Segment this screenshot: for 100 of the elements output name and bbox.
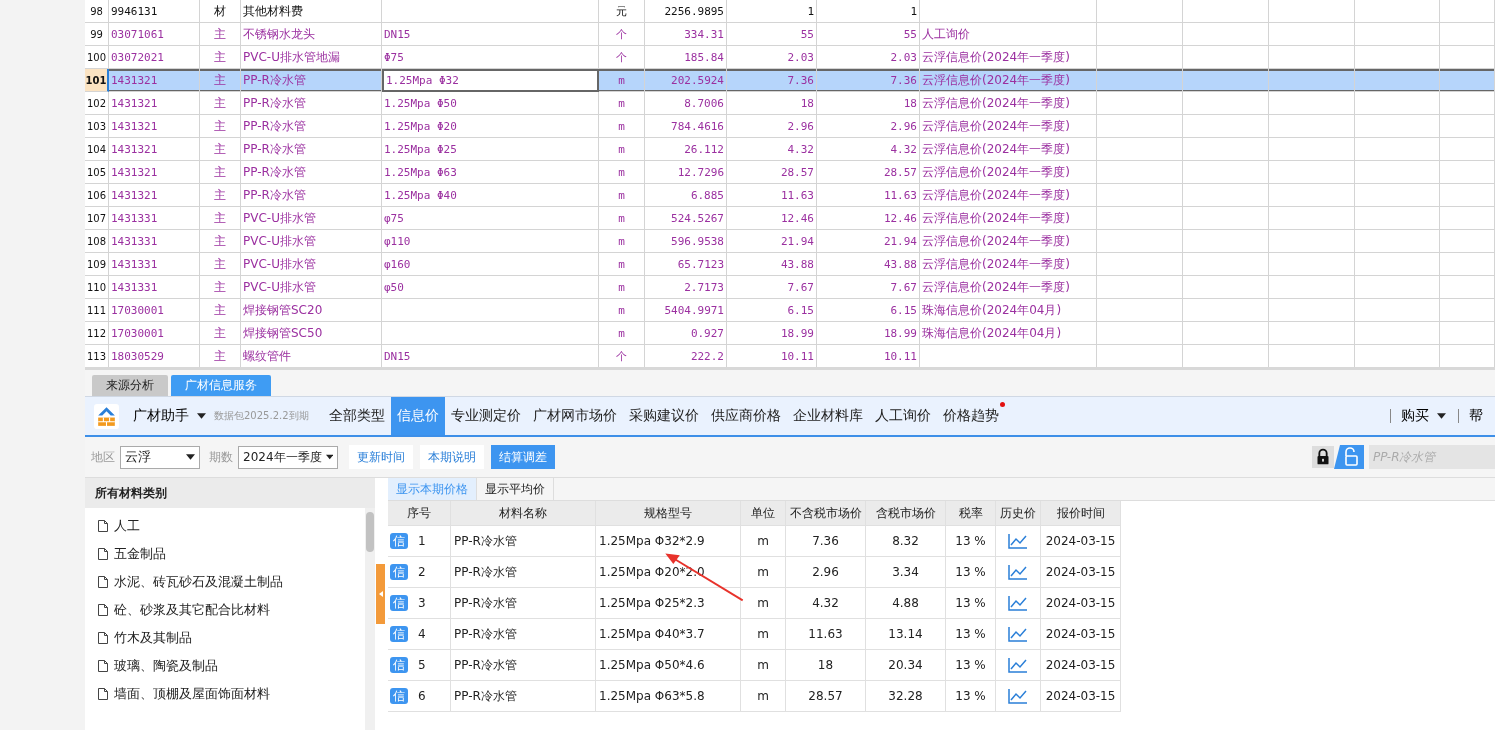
info-badge: 信 [390, 564, 408, 580]
lock-icon[interactable] [1312, 445, 1334, 469]
line-chart-icon[interactable] [1008, 533, 1028, 549]
table-cell: 主 [200, 161, 241, 184]
table-cell: 26.112 [645, 138, 727, 161]
sheet-row[interactable]: 113 18030529 主 螺纹管件 DN15 个 222.2 10.11 10.11 [85, 345, 1495, 367]
row-number: 110 [85, 276, 109, 299]
table-cell: 主 [200, 23, 241, 46]
table-cell: m [757, 658, 769, 672]
menu-button[interactable]: 帮 [1459, 397, 1495, 435]
collapse-handle[interactable] [376, 564, 385, 624]
table-cell: 6.15 [817, 299, 920, 322]
nav-tab[interactable]: 企业材料库 [786, 397, 869, 435]
sheet-row[interactable]: 107 1431331 主 PVC-U排水管 φ75 m 524.5267 12.46 12.46 云浮信息价(2024年一季度) [85, 207, 1495, 230]
nav-tab[interactable]: 供应商价格 [704, 397, 787, 435]
table-cell: 13 % [955, 565, 986, 579]
table-cell: 云浮信息价(2024年一季度) [920, 138, 1097, 161]
table-cell: 不锈钢水龙头 [241, 23, 382, 46]
table-cell: 个 [599, 23, 645, 46]
category-item[interactable]: 水泥、砖瓦砂石及混凝土制品 [85, 568, 365, 596]
category-label: 人工 [114, 517, 140, 535]
cell-editor[interactable]: 1.25Mpa Φ32 [382, 69, 599, 92]
table-cell: 2024-03-15 [1045, 627, 1116, 641]
table-cell: 18.99 [727, 322, 817, 345]
table-cell: 2024-03-15 [1045, 596, 1116, 610]
category-item[interactable]: 砼、砂浆及其它配合比材料 [85, 596, 365, 624]
line-chart-icon[interactable] [1008, 564, 1028, 580]
period-dropdown[interactable]: 2024年一季度 [238, 445, 338, 469]
table-cell: 10.11 [727, 345, 817, 367]
nav-tab[interactable]: 专业测定价 [444, 397, 527, 435]
table-cell: 云浮信息价(2024年一季度) [920, 115, 1097, 138]
row-number: 100 [85, 46, 109, 69]
sheet-row[interactable]: 102 1431321 主 PP-R冷水管 1.25Mpa Φ50 m 8.7006 18 18 云浮信息价(2024年一季度) [85, 92, 1495, 115]
line-chart-icon[interactable] [1008, 626, 1028, 642]
category-item[interactable]: 人工 [85, 512, 365, 540]
scroll-thumb[interactable] [366, 512, 374, 552]
nav-tab[interactable]: 人工询价 [868, 397, 937, 435]
nav-tab[interactable]: 采购建议价 [622, 397, 705, 435]
filter-button[interactable]: 本期说明 [420, 445, 484, 469]
column-header: 规格型号 [596, 501, 741, 525]
table-cell: 主 [200, 69, 241, 92]
table-cell: 11.63 [817, 184, 920, 207]
sheet-row[interactable]: 103 1431321 主 PP-R冷水管 1.25Mpa Φ20 m 784.4616 2.96 2.96 云浮信息价(2024年一季度) [85, 115, 1495, 138]
sheet-row[interactable]: 110 1431331 主 PVC-U排水管 φ50 m 2.7173 7.67 7.67 云浮信息价(2024年一季度) [85, 276, 1495, 299]
menu-button[interactable]: 购买 [1391, 397, 1458, 435]
table-cell: 12.46 [727, 207, 817, 230]
column-header: 材料名称 [451, 501, 596, 525]
category-item[interactable]: 五金制品 [85, 540, 365, 568]
table-cell: 3.34 [892, 565, 919, 579]
table-cell: 28.57 [817, 161, 920, 184]
table-cell: 43.88 [817, 253, 920, 276]
line-chart-icon[interactable] [1008, 657, 1028, 673]
sheet-row[interactable]: 104 1431321 主 PP-R冷水管 1.25Mpa Φ25 m 26.112 4.32 4.32 云浮信息价(2024年一季度) [85, 138, 1495, 161]
table-cell: 主 [200, 230, 241, 253]
row-number: 109 [85, 253, 109, 276]
column-header: 税率 [946, 501, 996, 525]
table-cell: 1431331 [109, 276, 200, 299]
table-cell: 1431331 [109, 253, 200, 276]
table-cell: m [599, 69, 645, 92]
caret-icon [325, 454, 333, 460]
panel-tab[interactable]: 来源分析 [92, 375, 168, 396]
sheet-row[interactable]: 112 17030001 主 焊接钢管SC50 m 0.927 18.99 18.99 珠海信息价(2024年04月) [85, 322, 1495, 345]
price-row[interactable]: 信 5 PP-R冷水管 1.25Mpa Φ50*4.6 m 18 20.34 13 % 2024-03-15 [388, 650, 1121, 681]
region-dropdown[interactable]: 云浮 [120, 445, 200, 469]
sheet-row[interactable]: 111 17030001 主 焊接钢管SC20 m 5404.9971 6.15 6.15 珠海信息价(2024年04月) [85, 299, 1495, 322]
table-cell: 6 [418, 689, 426, 703]
category-item[interactable]: 玻璃、陶瓷及制品 [85, 652, 365, 680]
table-cell: 18 [727, 92, 817, 115]
table-cell: 1 [817, 0, 920, 23]
sheet-row[interactable]: 99 03071061 主 不锈钢水龙头 DN15 个 334.31 55 55 人工询价 [85, 23, 1495, 46]
table-cell: 21.94 [817, 230, 920, 253]
price-row[interactable]: 信 3 PP-R冷水管 1.25Mpa Φ25*2.3 m 4.32 4.88 13 % 2024-03-15 [388, 588, 1121, 619]
sheet-row[interactable]: 106 1431321 主 PP-R冷水管 1.25Mpa Φ40 m 6.885 11.63 11.63 云浮信息价(2024年一季度) [85, 184, 1495, 207]
category-item[interactable]: 竹木及其制品 [85, 624, 365, 652]
table-cell: PP-R冷水管 [241, 184, 382, 207]
line-chart-icon[interactable] [1008, 688, 1028, 704]
table-cell: 主 [200, 92, 241, 115]
table-cell: 主 [200, 276, 241, 299]
price-row[interactable]: 信 6 PP-R冷水管 1.25Mpa Φ63*5.8 m 28.57 32.28 13 % 2024-03-15 [388, 681, 1121, 712]
sheet-row[interactable]: 101 1431321 主 PP-R冷水管 1.25Mpa Φ32 m 202.5924 7.36 7.36 云浮信息价(2024年一季度) [85, 69, 1495, 92]
table-cell: PVC-U排水管 [241, 207, 382, 230]
row-number: 99 [85, 23, 109, 46]
filter-button[interactable]: 更新时间 [349, 445, 413, 469]
table-cell: 2024-03-15 [1045, 658, 1116, 672]
table-cell: 202.5924 [645, 69, 727, 92]
nav-tab[interactable]: 价格趋势 [936, 397, 1005, 435]
table-cell: 5404.9971 [645, 299, 727, 322]
table-cell: 524.5267 [645, 207, 727, 230]
brand-menu[interactable]: 广材助手 [129, 397, 214, 435]
nav-tab[interactable]: 广材网市场价 [526, 397, 623, 435]
table-cell: DN15 [382, 23, 599, 46]
line-chart-icon[interactable] [1008, 595, 1028, 611]
category-item[interactable]: 墙面、顶棚及屋面饰面材料 [85, 680, 365, 708]
nav-tab[interactable]: 全部类型 [322, 397, 391, 435]
sheet-row[interactable]: 108 1431331 主 PVC-U排水管 φ110 m 596.9538 21.94 21.94 云浮信息价(2024年一季度) [85, 230, 1495, 253]
price-row[interactable]: 信 1 PP-R冷水管 1.25Mpa Φ32*2.9 m 7.36 8.32 13 % 2024-03-15 [388, 526, 1121, 557]
price-row[interactable]: 信 4 PP-R冷水管 1.25Mpa Φ40*3.7 m 11.63 13.14 13 % 2024-03-15 [388, 619, 1121, 650]
sheet-row[interactable]: 109 1431331 主 PVC-U排水管 φ160 m 65.7123 43.88 43.88 云浮信息价(2024年一季度) [85, 253, 1495, 276]
sheet-row[interactable]: 105 1431321 主 PP-R冷水管 1.25Mpa Φ63 m 12.7296 28.57 28.57 云浮信息价(2024年一季度) [85, 161, 1495, 184]
sheet-row[interactable]: 98 9946131 材 其他材料费 元 2256.9895 1 1 [85, 0, 1495, 23]
